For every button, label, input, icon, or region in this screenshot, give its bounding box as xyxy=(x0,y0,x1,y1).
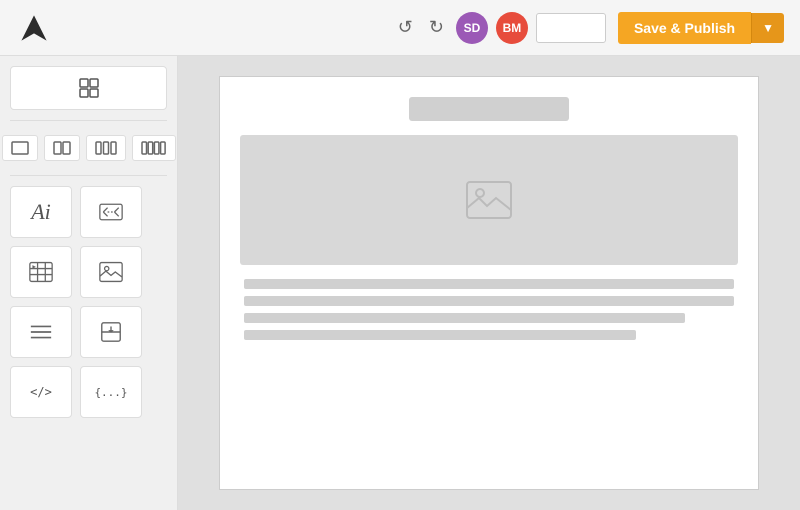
search-input[interactable] xyxy=(536,13,606,43)
divider-icon xyxy=(99,320,123,344)
sidebar: Ai xyxy=(0,56,178,510)
code-tool-button[interactable]: </> xyxy=(10,366,72,418)
layout-1col-icon xyxy=(11,141,29,155)
embed-icon xyxy=(99,200,123,224)
sidebar-divider-2 xyxy=(10,175,167,176)
canvas-image-icon xyxy=(465,180,513,220)
topbar: ↺ ↻ SD BM Save & Publish ▼ xyxy=(0,0,800,56)
table-tool-button[interactable] xyxy=(10,246,72,298)
tools-row-1: Ai xyxy=(10,186,167,238)
logo-area xyxy=(16,10,382,46)
save-publish-dropdown-button[interactable]: ▼ xyxy=(751,13,784,43)
tools-row-3 xyxy=(10,306,167,358)
save-publish-group: Save & Publish ▼ xyxy=(618,12,784,44)
topbar-center: ↺ ↻ SD BM xyxy=(394,12,606,44)
logo-icon xyxy=(16,10,52,46)
layout-2col-icon xyxy=(53,141,71,155)
divider-tool-button[interactable] xyxy=(80,306,142,358)
layout-4col-button[interactable] xyxy=(132,135,176,161)
text-line-4 xyxy=(244,330,636,340)
sidebar-divider-1 xyxy=(10,120,167,121)
text-line-2 xyxy=(244,296,734,306)
redo-button[interactable]: ↻ xyxy=(425,13,448,42)
layout-4col-icon xyxy=(141,141,167,155)
layout-3col-button[interactable] xyxy=(86,135,126,161)
text-line-3 xyxy=(244,313,685,323)
main-area: Ai xyxy=(0,56,800,510)
image-tool-button[interactable] xyxy=(80,246,142,298)
embed-tool-button[interactable] xyxy=(80,186,142,238)
canvas-image-placeholder xyxy=(240,135,738,265)
undo-button[interactable]: ↺ xyxy=(394,13,417,42)
image-icon xyxy=(99,260,123,284)
layout-2col-button[interactable] xyxy=(44,135,80,161)
json-tool-button[interactable]: {...} xyxy=(80,366,142,418)
canvas-content xyxy=(219,76,759,490)
table-icon xyxy=(29,260,53,284)
layout-3col-icon xyxy=(95,141,117,155)
align-icon xyxy=(29,320,53,344)
templates-icon xyxy=(77,76,101,100)
layout-row xyxy=(10,131,167,165)
tools-row-2 xyxy=(10,246,167,298)
tools-row-4: </> {...} xyxy=(10,366,167,418)
text-line-1 xyxy=(244,279,734,289)
avatar-bm: BM xyxy=(496,12,528,44)
align-tool-button[interactable] xyxy=(10,306,72,358)
templates-button[interactable] xyxy=(10,66,167,110)
canvas-area xyxy=(178,56,800,510)
canvas-text-lines xyxy=(240,279,738,340)
save-publish-button[interactable]: Save & Publish xyxy=(618,12,751,44)
text-tool-button[interactable]: Ai xyxy=(10,186,72,238)
canvas-title-placeholder xyxy=(409,97,569,121)
avatar-sd: SD xyxy=(456,12,488,44)
layout-1col-button[interactable] xyxy=(2,135,38,161)
